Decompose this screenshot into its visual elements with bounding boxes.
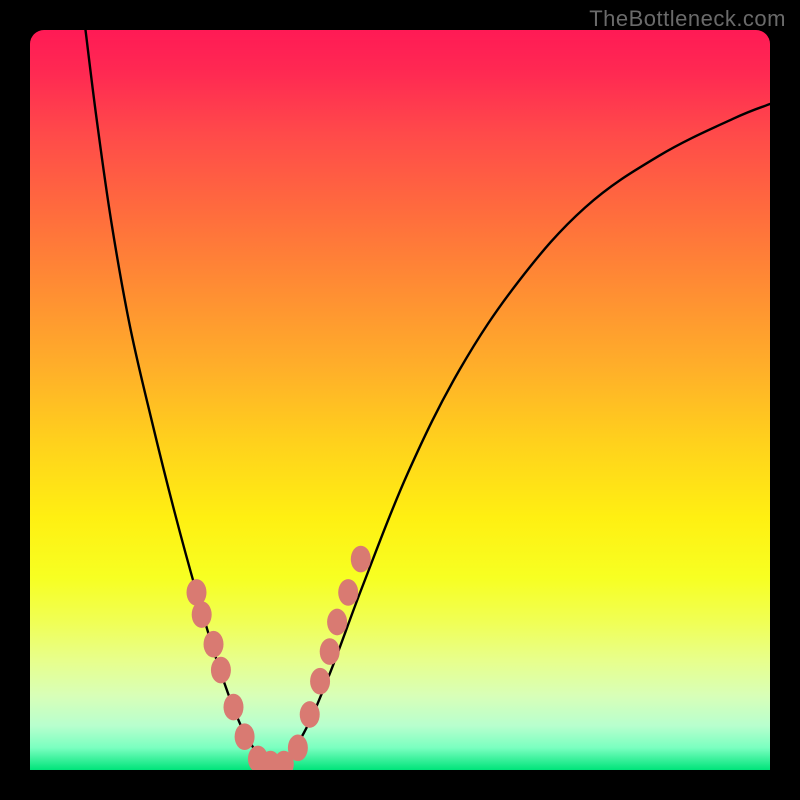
bead-marker — [192, 601, 212, 628]
bead-marker — [327, 609, 347, 636]
bead-marker — [235, 723, 255, 750]
curve-right — [263, 104, 770, 765]
bead-marker — [204, 631, 224, 658]
bead-marker — [351, 546, 371, 573]
bead-marker — [338, 579, 358, 606]
bead-marker — [300, 701, 320, 728]
watermark-label: TheBottleneck.com — [589, 6, 786, 32]
bead-marker — [288, 734, 308, 761]
bead-marker — [211, 657, 231, 684]
bead-markers — [187, 546, 371, 770]
plot-area — [30, 30, 770, 770]
bead-marker — [310, 668, 330, 695]
bead-marker — [320, 638, 340, 665]
chart-stage: TheBottleneck.com — [0, 0, 800, 800]
bead-marker — [224, 694, 244, 721]
curve-layer — [30, 30, 770, 770]
curve-left — [86, 30, 264, 763]
